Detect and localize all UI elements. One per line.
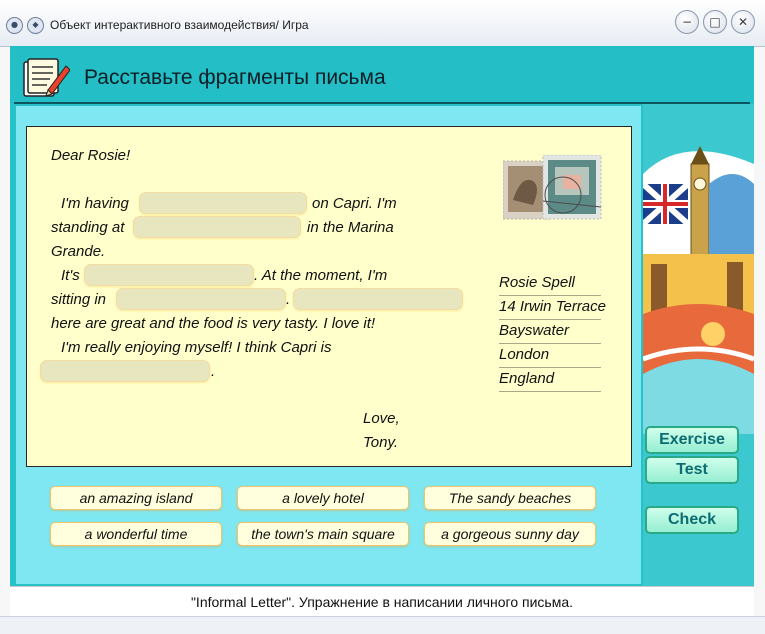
header-divider — [14, 102, 750, 104]
drop-slot-6[interactable] — [40, 360, 210, 382]
header-band: Расставьте фрагменты письма — [10, 46, 754, 104]
letter-text: sitting in — [51, 291, 107, 308]
letter-text: standing at — [51, 219, 125, 236]
letter-card: Dear Rosie! I'm having on Capri. I'm sta… — [26, 126, 632, 467]
letter-text: I'm really enjoying myself! I think Capr… — [61, 339, 332, 356]
exercise-title: Расставьте фрагменты письма — [84, 66, 386, 89]
maximize-button[interactable]: □ — [703, 10, 727, 34]
letter-closing: Love, — [363, 410, 400, 427]
window-bottom-border — [0, 616, 765, 634]
title-bar: ● ◆ Объект интерактивного взаимодействия… — [0, 0, 765, 47]
window-title: Объект интерактивного взаимодействия/ Иг… — [50, 18, 309, 32]
status-text: "Informal Letter". Упражнение в написани… — [190, 594, 574, 610]
address-line: Bayswater — [499, 321, 601, 344]
drop-slot-2[interactable] — [133, 216, 301, 238]
letter-text: Grande. — [51, 243, 106, 260]
address-line: 14 Irwin Terrace — [499, 297, 606, 320]
check-button[interactable]: Check — [645, 506, 739, 534]
address-line: London — [499, 345, 601, 368]
status-bar: "Informal Letter". Упражнение в написани… — [10, 586, 754, 617]
fragment-a-lovely-hotel[interactable]: a lovely hotel — [237, 486, 409, 510]
collapse-icon[interactable]: ◆ — [27, 16, 44, 34]
minimize-button[interactable]: − — [675, 10, 699, 34]
letter-text: . At the moment, I'm — [254, 267, 388, 284]
fragment-a-wonderful-time[interactable]: a wonderful time — [50, 522, 222, 546]
letter-text: . — [286, 291, 291, 308]
notebook-pencil-icon — [23, 58, 70, 97]
fragment-a-gorgeous-sunny-day[interactable]: a gorgeous sunny day — [424, 522, 596, 546]
letter-text: here are great and the food is very tast… — [51, 315, 376, 332]
app-window: ● ◆ Объект интерактивного взаимодействия… — [0, 0, 765, 634]
drop-slot-4[interactable] — [116, 288, 286, 310]
title-left: ● ◆ Объект интерактивного взаимодействия… — [6, 16, 309, 34]
letter-text: in the Marina — [307, 219, 394, 236]
app-body: Расставьте фрагменты письма Dear Rosie! … — [10, 46, 754, 586]
address-line: Rosie Spell — [499, 273, 601, 296]
window-controls: − □ ✕ — [675, 10, 755, 34]
letter-text: on Capri. I'm — [312, 195, 397, 212]
fragment-the-towns-main-square[interactable]: the town's main square — [237, 522, 409, 546]
test-button[interactable]: Test — [645, 456, 739, 484]
letter-text: It's — [61, 267, 80, 284]
letter-text: I'm having — [61, 195, 129, 212]
letter-text: . — [211, 363, 216, 380]
fragment-the-sandy-beaches[interactable]: The sandy beaches — [424, 486, 596, 510]
fragment-an-amazing-island[interactable]: an amazing island — [50, 486, 222, 510]
london-landmarks-image — [643, 146, 754, 434]
drop-slot-3[interactable] — [84, 264, 254, 286]
drop-slot-5[interactable] — [293, 288, 463, 310]
letter-signature: Tony. — [363, 434, 399, 451]
close-button[interactable]: ✕ — [731, 10, 755, 34]
address-line: England — [499, 369, 601, 392]
postage-stamp-image — [503, 155, 602, 220]
exercise-button[interactable]: Exercise — [645, 426, 739, 454]
letter-greeting: Dear Rosie! — [51, 147, 131, 164]
drop-slot-1[interactable] — [139, 192, 307, 214]
system-menu-icon[interactable]: ● — [6, 16, 23, 34]
